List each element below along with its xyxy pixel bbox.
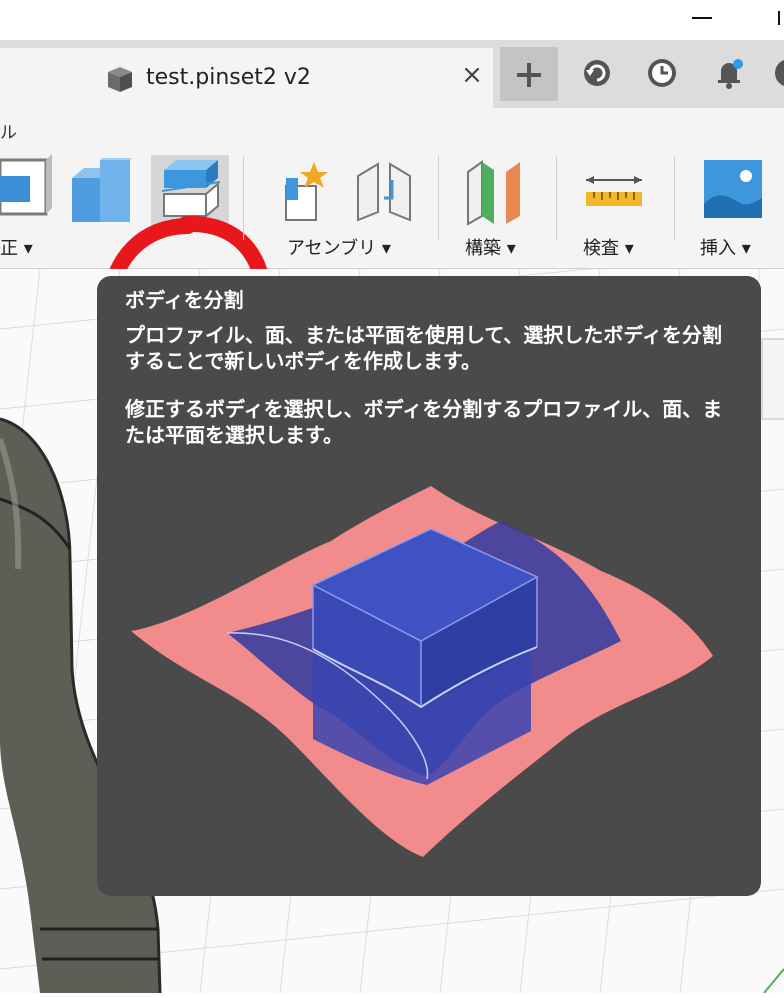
- tooltip-title: ボディを分割: [125, 288, 244, 312]
- joint-icon[interactable]: [354, 160, 414, 224]
- split-body-illustration: [131, 486, 713, 857]
- new-tab-button[interactable]: [500, 47, 558, 101]
- bell-icon[interactable]: [712, 56, 746, 90]
- insert-image-icon[interactable]: [702, 158, 764, 220]
- tab-title: test.pinset2 v2: [146, 65, 311, 90]
- construct-menu[interactable]: 構築 ▾: [465, 234, 516, 260]
- minimize-icon[interactable]: [692, 17, 712, 19]
- workspace-label: ル: [0, 123, 17, 143]
- document-tab[interactable]: test.pinset2 v2 ×: [0, 48, 493, 108]
- new-component-icon[interactable]: [282, 160, 330, 224]
- insert-menu[interactable]: 挿入 ▾: [700, 234, 751, 260]
- fillet-icon[interactable]: [70, 158, 140, 224]
- tooltip-instructions: 修正するボディを選択し、ボディを分割するプロファイル、面、または平面を選択します…: [125, 397, 723, 447]
- maximize-icon[interactable]: [778, 11, 784, 25]
- separator: [243, 156, 244, 240]
- cube-icon: [108, 67, 132, 92]
- inspect-menu[interactable]: 検査 ▾: [583, 234, 634, 260]
- separator: [556, 156, 557, 240]
- tooltip-description: プロファイル、面、または平面を使用して、選択したボディを分割することで新しいボデ…: [125, 323, 722, 373]
- window-titlebar: [0, 0, 784, 40]
- split-body-tooltip: ボディを分割 プロファイル、面、または平面を使用して、選択したボディを分割するこ…: [97, 276, 761, 896]
- ribbon-toolbar: ル アセンブリ ▾ 構築 ▾ 検査 ▾ 挿入 ▾ 正 ▾: [0, 108, 784, 392]
- modify-menu[interactable]: 正 ▾: [0, 234, 33, 260]
- measure-icon[interactable]: [584, 172, 644, 212]
- construct-icon[interactable]: [462, 158, 532, 228]
- account-icon[interactable]: [772, 56, 784, 90]
- split-body-icon[interactable]: [160, 158, 222, 222]
- refresh-icon[interactable]: [580, 56, 614, 90]
- assemble-menu[interactable]: アセンブリ ▾: [287, 234, 391, 260]
- press-pull-icon[interactable]: [0, 154, 54, 224]
- separator: [674, 156, 675, 240]
- tab-close-button[interactable]: ×: [460, 60, 484, 90]
- clock-icon[interactable]: [645, 56, 679, 90]
- tab-strip: test.pinset2 v2 ×: [0, 40, 784, 108]
- separator: [438, 156, 439, 240]
